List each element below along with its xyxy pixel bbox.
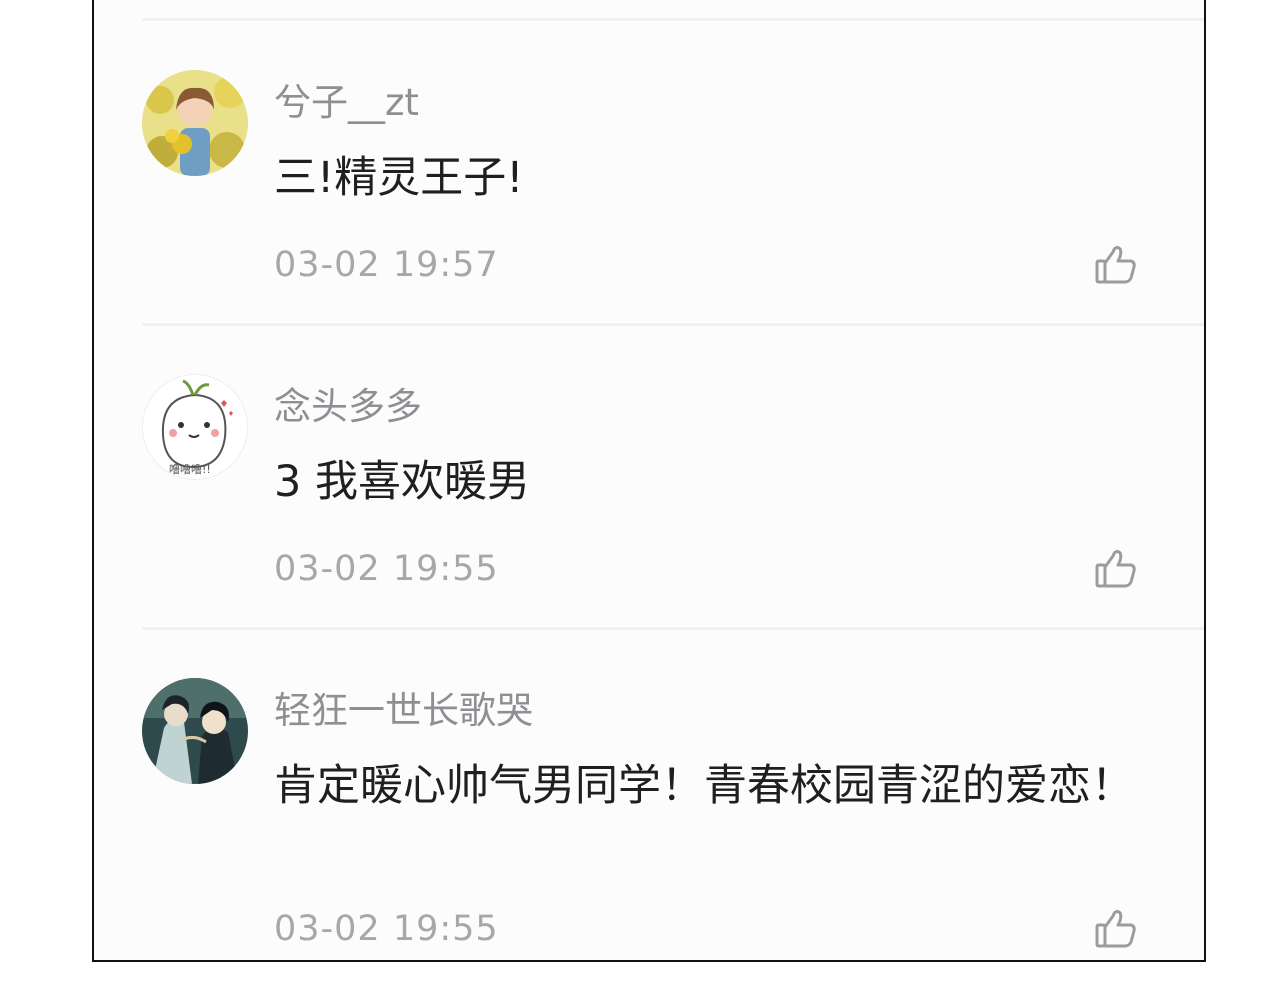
svg-text:噜噜噜!!: 噜噜噜!! xyxy=(169,462,211,476)
divider xyxy=(142,627,1204,630)
thumbs-up-icon[interactable] xyxy=(1094,546,1138,590)
username[interactable]: 念头多多 xyxy=(274,376,422,430)
timestamp: 03-02 19:55 xyxy=(274,549,499,589)
comment-text: 三!精灵王子! xyxy=(274,153,524,203)
avatar-girl-flowers-icon xyxy=(142,70,248,176)
timestamp: 03-02 19:57 xyxy=(274,245,499,285)
username[interactable]: 兮子__zt xyxy=(274,72,419,126)
divider xyxy=(142,323,1204,326)
comment-list: 兮子__zt 三!精灵王子! 03-02 19:57 噜噜噜!! 念头多多 3 … xyxy=(92,0,1206,962)
comment-text: 肯定暖心帅气男同学！青春校园青涩的爱恋！ xyxy=(274,761,1134,811)
thumbs-up-icon[interactable] xyxy=(1094,242,1138,286)
timestamp: 03-02 19:55 xyxy=(274,909,499,949)
user-avatar[interactable] xyxy=(142,678,248,784)
comment-text: 3 我喜欢暖男 xyxy=(274,457,531,507)
username[interactable]: 轻狂一世长歌哭 xyxy=(274,680,533,734)
user-avatar[interactable]: 噜噜噜!! xyxy=(142,374,248,480)
avatar-cartoon-bun-icon: 噜噜噜!! xyxy=(143,375,247,479)
thumbs-up-icon[interactable] xyxy=(1094,906,1138,950)
avatar-anime-pair-icon xyxy=(142,678,248,784)
user-avatar[interactable] xyxy=(142,70,248,176)
divider xyxy=(142,18,1204,21)
